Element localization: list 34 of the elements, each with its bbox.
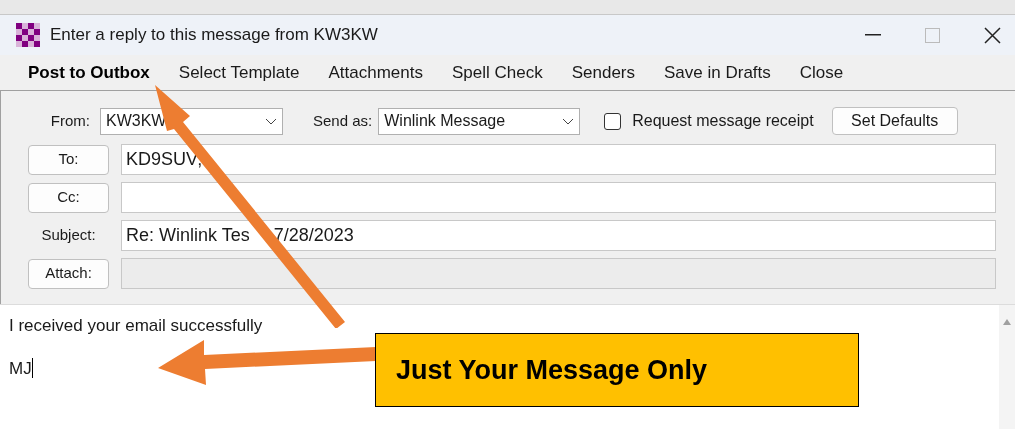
receipt-checkbox[interactable] [604,112,622,130]
text-cursor [31,358,33,379]
chevron-down-icon [265,117,277,125]
callout-label: Just Your Message Only [375,333,859,407]
scrollbar[interactable] [999,305,1015,429]
window-title: Enter a reply to this message from KW3KW [50,24,378,47]
scroll-up-icon[interactable] [1003,319,1011,325]
input-field[interactable]: Re: Winlink Tes 7/28/2023 [121,220,996,251]
send-as-dropdown[interactable]: Winlink Message [378,107,581,135]
message-text: MJ [9,357,32,380]
menu-item[interactable]: Attachments [328,59,423,86]
menu-item[interactable]: Save in Drafts [664,59,771,86]
checkered-app-icon [16,23,40,47]
menu-item[interactable]: Senders [571,59,636,86]
menu-item[interactable]: Post to Outbox [28,59,150,86]
menu-item[interactable]: Close [799,59,844,86]
message-text: I received your email successfully [9,315,263,337]
field-text: Re: Winlink Tes [126,224,250,247]
close-icon[interactable] [984,26,1001,44]
maximize-icon[interactable] [925,27,940,43]
field-label: Subject: [40,225,97,246]
receipt-label: Request message receipt [632,111,814,131]
from-label: From: [49,110,91,131]
send-as-label: Send as: [313,110,373,131]
set-defaults-button[interactable]: Set Defaults [831,107,958,135]
field-button[interactable]: To: [28,144,109,175]
menu-item[interactable]: Spell Check [452,59,543,86]
field-text: 7/28/2023 [273,224,354,247]
minimize-icon[interactable] [865,34,881,36]
menu-item[interactable]: Select Template [178,59,300,86]
field-button[interactable]: Cc: [28,182,109,213]
chevron-down-icon [562,117,575,125]
input-field[interactable]: KD9SUV; [121,144,996,175]
input-field[interactable] [121,182,996,213]
